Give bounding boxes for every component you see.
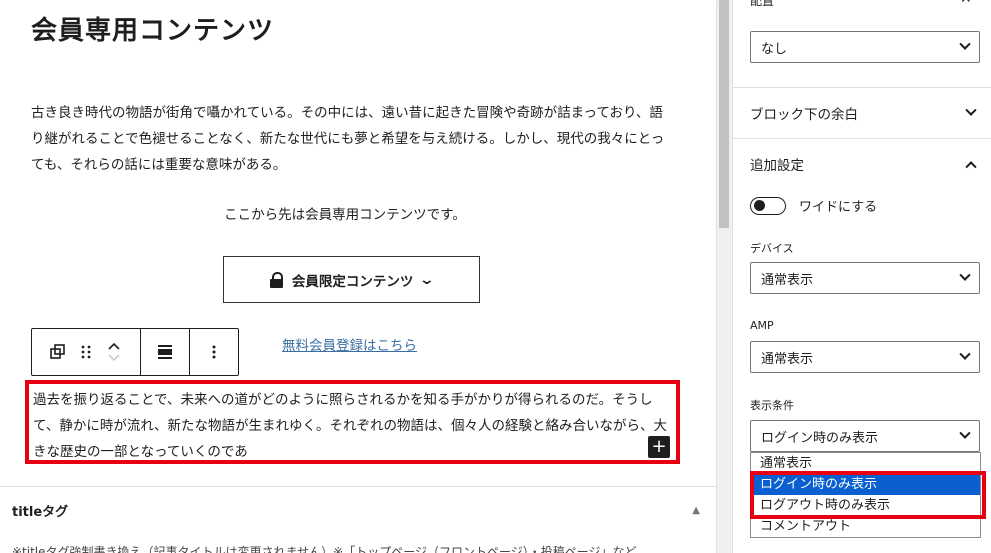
- transform-block-icon[interactable]: [44, 329, 72, 375]
- chevron-down-icon: [959, 427, 971, 439]
- chevron-down-icon: ⌄: [419, 271, 436, 288]
- editor-scrollbar-thumb[interactable]: [719, 0, 729, 228]
- member-notice-text[interactable]: ここから先は会員専用コンテンツです。: [0, 205, 690, 225]
- block-margin-panel[interactable]: ブロック下の余白: [733, 87, 991, 137]
- condition-label: 表示条件: [750, 399, 794, 412]
- amp-label: AMP: [750, 319, 774, 332]
- device-select-value: 通常表示: [761, 272, 814, 288]
- close-icon[interactable]: ✕: [960, 0, 972, 7]
- member-content-button[interactable]: 会員限定コンテンツ ⌄: [223, 256, 480, 303]
- block-margin-label: ブロック下の余白: [750, 106, 858, 123]
- selected-paragraph-text[interactable]: 過去を振り返ることで、未来への道がどのように照らされるかを知る手がかりが得られる…: [33, 392, 667, 460]
- amp-select-value: 通常表示: [761, 351, 814, 367]
- device-label: デバイス: [750, 242, 794, 255]
- condition-select-value: ログイン時のみ表示: [761, 430, 879, 446]
- device-select[interactable]: 通常表示: [750, 262, 980, 294]
- dropdown-option[interactable]: コメントアウト: [751, 516, 980, 537]
- wide-toggle[interactable]: [750, 196, 786, 215]
- editor-canvas[interactable]: 会員専用コンテンツ 古き良き時代の物語が街角で囁かれている。その中には、遠い昔に…: [0, 0, 716, 553]
- drag-handle-icon[interactable]: [72, 329, 100, 375]
- extra-settings-panel[interactable]: 追加設定: [733, 138, 991, 188]
- toolbar-group-transform: [32, 329, 141, 375]
- more-options-icon[interactable]: [200, 329, 228, 375]
- title-tag-label: titleタグ: [12, 505, 69, 520]
- toolbar-group-align: [141, 329, 190, 375]
- chevron-down-icon: [965, 104, 977, 116]
- amp-select[interactable]: 通常表示: [750, 341, 980, 373]
- placement-select-value: なし: [761, 41, 788, 57]
- selected-paragraph-block[interactable]: 過去を振り返ることで、未来への道がどのように照らされるかを知る手がかりが得られる…: [25, 380, 680, 464]
- extra-settings-label: 追加設定: [750, 157, 804, 174]
- chevron-down-icon: [959, 269, 971, 281]
- chevron-down-icon: [959, 348, 971, 360]
- placement-select[interactable]: なし: [750, 31, 980, 63]
- condition-select[interactable]: ログイン時のみ表示: [750, 420, 980, 452]
- chevron-down-icon: [959, 38, 971, 50]
- title-tag-note: ※titleタグ強制書き換え（記事タイトルは変更されません）※「トップページ（フ…: [12, 545, 637, 553]
- align-icon[interactable]: [151, 329, 179, 375]
- lock-icon: [269, 271, 284, 288]
- wide-toggle-label: ワイドにする: [799, 200, 878, 215]
- title-tag-panel[interactable]: titleタグ ▲: [0, 486, 716, 534]
- placement-label: 配置: [750, 0, 775, 8]
- paragraph-block[interactable]: 古き良き時代の物語が街角で囁かれている。その中には、遠い昔に起きた冒険や奇跡が詰…: [31, 100, 671, 178]
- add-block-button[interactable]: +: [648, 436, 670, 458]
- page-title[interactable]: 会員専用コンテンツ: [31, 10, 274, 47]
- member-content-label: 会員限定コンテンツ: [291, 273, 414, 290]
- toolbar-group-options: [190, 329, 238, 375]
- highlight-frame: [750, 471, 986, 519]
- register-link[interactable]: 無料会員登録はこちら: [282, 334, 417, 354]
- collapse-triangle-icon[interactable]: ▲: [692, 505, 700, 516]
- block-toolbar: [31, 328, 239, 376]
- chevron-up-icon: [965, 160, 977, 172]
- wide-toggle-row[interactable]: ワイドにする: [750, 196, 877, 215]
- move-up-down-icon[interactable]: [100, 329, 128, 375]
